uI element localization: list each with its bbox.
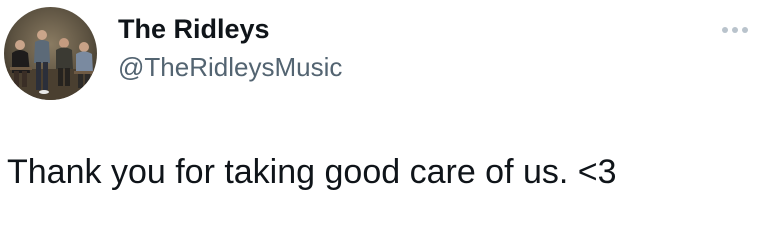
more-options-button[interactable] [719,20,751,40]
band-photo-avatar-icon [4,7,97,100]
author-handle[interactable]: @TheRidleysMusic [118,50,342,84]
more-options-icon [722,27,748,33]
avatar[interactable] [4,7,97,100]
author-display-name[interactable]: The Ridleys [118,12,342,46]
tweet-text: Thank you for taking good care of us. <3 [7,153,617,191]
author-identity: The Ridleys @TheRidleysMusic [118,12,342,84]
tweet-card: The Ridleys @TheRidleysMusic Thank you f… [0,0,759,252]
